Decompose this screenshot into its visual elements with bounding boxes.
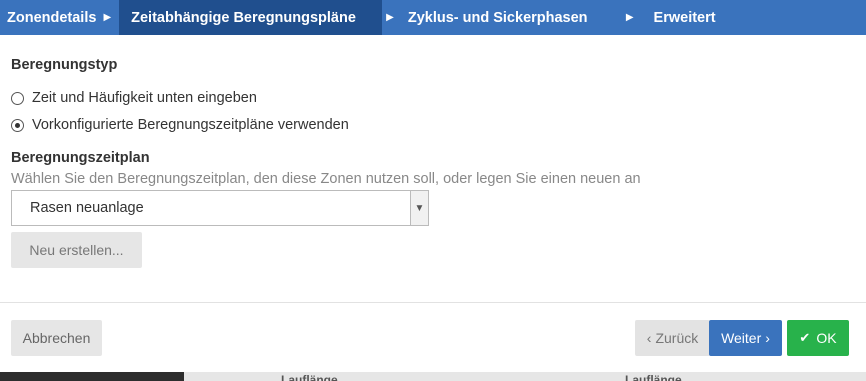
- back-button[interactable]: ‹ Zurück: [635, 320, 710, 356]
- tab-label: Zeitabhängige Beregnungspläne: [131, 9, 356, 26]
- schedule-hint: Wählen Sie den Beregnungszeitplan, den d…: [11, 171, 641, 187]
- tab-zonendetails[interactable]: Zonendetails: [0, 0, 115, 35]
- schedule-select[interactable]: Rasen neuanlage ▼: [11, 190, 429, 226]
- tab-label: Zonendetails: [7, 9, 97, 26]
- check-icon: ✔: [799, 330, 811, 345]
- ok-button-label: OK: [816, 330, 837, 346]
- wizard-tab-bar: Zonendetails ▶ Zeitabhängige Beregnungsp…: [0, 0, 866, 35]
- footer-divider: [0, 302, 866, 303]
- chevron-right-icon: ▶: [625, 12, 634, 23]
- background-overlay-strip: Lauflänge Lauflänge: [0, 372, 866, 381]
- radio-manual-label: Zeit und Häufigkeit unten eingeben: [32, 90, 257, 106]
- chevron-down-icon[interactable]: ▼: [410, 191, 428, 225]
- radio-preset-label: Vorkonfigurierte Beregnungszeitpläne ver…: [32, 117, 349, 133]
- cancel-button[interactable]: Abbrechen: [11, 320, 102, 356]
- new-schedule-button[interactable]: Neu erstellen...: [11, 232, 142, 268]
- tab-zeitabhaengige-beregnungsplaene[interactable]: Zeitabhängige Beregnungspläne: [119, 0, 383, 35]
- radio-button-checked-icon[interactable]: [11, 118, 24, 132]
- section-title-beregnungstyp: Beregnungstyp: [11, 57, 118, 73]
- radio-manual[interactable]: Zeit und Häufigkeit unten eingeben: [11, 90, 257, 106]
- back-button-label: Zurück: [655, 330, 699, 346]
- radio-button-icon[interactable]: [11, 91, 24, 105]
- background-label: Lauflänge: [281, 373, 338, 381]
- schedule-select-value: Rasen neuanlage: [30, 200, 144, 216]
- chevron-right-icon: ▶: [103, 12, 112, 23]
- next-button-label: Weiter: [721, 330, 762, 346]
- tab-erweitert[interactable]: Erweitert: [634, 0, 716, 35]
- background-image: [0, 372, 184, 381]
- schedule-label: Beregnungszeitplan: [11, 150, 150, 166]
- next-button[interactable]: Weiter ›: [709, 320, 782, 356]
- radio-preset[interactable]: Vorkonfigurierte Beregnungszeitpläne ver…: [11, 117, 349, 133]
- background-label: Lauflänge: [625, 373, 682, 381]
- tab-zyklus-und-sickerphasen[interactable]: Zyklus- und Sickerphasen: [394, 0, 626, 35]
- ok-button[interactable]: ✔ OK: [787, 320, 849, 356]
- chevron-right-icon: ›: [765, 330, 770, 346]
- tab-label: Zyklus- und Sickerphasen: [407, 9, 588, 26]
- chevron-right-icon: ▶: [386, 12, 394, 23]
- tab-label: Erweitert: [653, 9, 716, 26]
- chevron-left-icon: ‹: [646, 330, 652, 346]
